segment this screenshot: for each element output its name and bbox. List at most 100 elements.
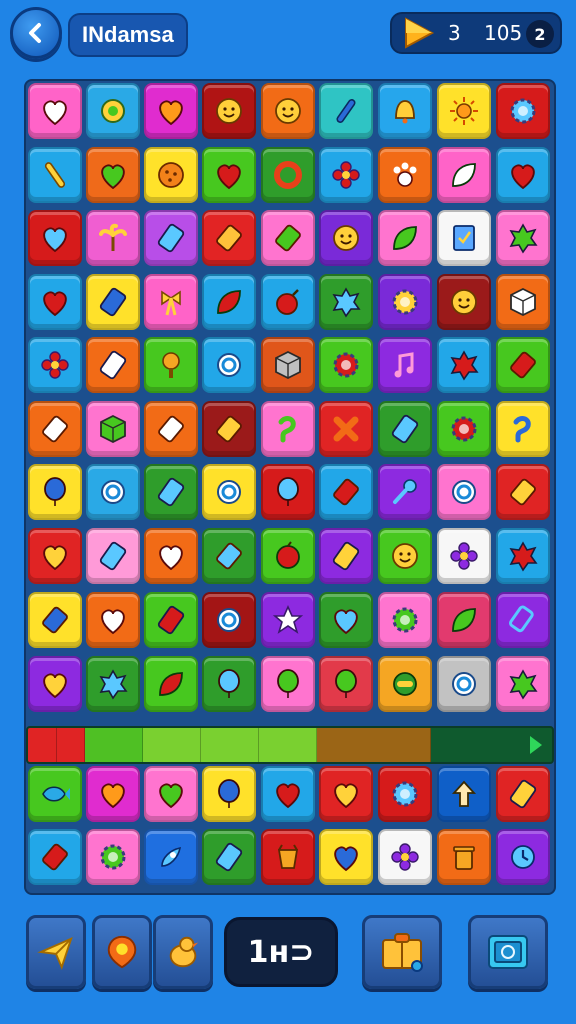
game-tile[interactable] [496, 829, 550, 885]
game-tile[interactable] [202, 592, 256, 648]
game-tile[interactable] [437, 210, 491, 266]
game-tile[interactable] [319, 274, 373, 330]
game-tile[interactable] [496, 592, 550, 648]
game-tile[interactable] [496, 274, 550, 330]
game-tile[interactable] [28, 592, 82, 648]
game-tile[interactable] [437, 766, 491, 822]
game-tile[interactable] [378, 274, 432, 330]
game-tile[interactable] [437, 829, 491, 885]
game-tile[interactable] [86, 274, 140, 330]
game-tile[interactable] [378, 528, 432, 584]
game-tile[interactable] [437, 147, 491, 203]
game-tile[interactable] [319, 766, 373, 822]
game-tile[interactable] [86, 147, 140, 203]
game-tile[interactable] [261, 656, 315, 712]
game-tile[interactable] [319, 210, 373, 266]
game-tile[interactable] [86, 464, 140, 520]
game-tile[interactable] [437, 656, 491, 712]
game-tile[interactable] [202, 656, 256, 712]
game-tile[interactable] [202, 401, 256, 457]
game-tile[interactable] [319, 464, 373, 520]
settings-button[interactable] [468, 915, 548, 989]
hint-button[interactable] [26, 915, 86, 989]
game-tile[interactable] [144, 337, 198, 393]
game-tile[interactable] [261, 147, 315, 203]
game-tile[interactable] [28, 766, 82, 822]
game-tile[interactable] [496, 464, 550, 520]
game-tile[interactable] [86, 210, 140, 266]
game-tile[interactable] [28, 464, 82, 520]
game-tile[interactable] [496, 83, 550, 139]
game-tile[interactable] [378, 766, 432, 822]
game-tile[interactable] [437, 592, 491, 648]
game-tile[interactable] [319, 83, 373, 139]
notification-badge[interactable]: 2 [526, 20, 554, 48]
game-tile[interactable] [378, 656, 432, 712]
game-tile[interactable] [261, 829, 315, 885]
game-tile[interactable] [86, 656, 140, 712]
game-tile[interactable] [144, 592, 198, 648]
game-tile[interactable] [86, 337, 140, 393]
game-tile[interactable] [86, 83, 140, 139]
game-tile[interactable] [319, 829, 373, 885]
game-tile[interactable] [202, 528, 256, 584]
game-tile[interactable] [86, 401, 140, 457]
game-tile[interactable] [437, 83, 491, 139]
game-tile[interactable] [319, 337, 373, 393]
game-tile[interactable] [496, 337, 550, 393]
game-tile[interactable] [144, 656, 198, 712]
bird-button[interactable] [153, 915, 213, 989]
game-tile[interactable] [28, 274, 82, 330]
game-tile[interactable] [261, 401, 315, 457]
game-tile[interactable] [28, 528, 82, 584]
game-tile[interactable] [378, 337, 432, 393]
game-tile[interactable] [202, 337, 256, 393]
game-tile[interactable] [28, 147, 82, 203]
game-tile[interactable] [378, 592, 432, 648]
game-tile[interactable] [144, 829, 198, 885]
game-tile[interactable] [202, 766, 256, 822]
game-tile[interactable] [496, 401, 550, 457]
game-tile[interactable] [437, 464, 491, 520]
game-tile[interactable] [261, 210, 315, 266]
game-tile[interactable] [28, 401, 82, 457]
game-tile[interactable] [378, 401, 432, 457]
game-tile[interactable] [496, 528, 550, 584]
game-tile[interactable] [261, 592, 315, 648]
game-tile[interactable] [496, 656, 550, 712]
game-tile[interactable] [28, 829, 82, 885]
game-tile[interactable] [202, 464, 256, 520]
game-tile[interactable] [378, 829, 432, 885]
game-tile[interactable] [202, 210, 256, 266]
booster-button[interactable] [92, 915, 152, 989]
game-tile[interactable] [437, 528, 491, 584]
game-tile[interactable] [319, 592, 373, 648]
game-tile[interactable] [437, 274, 491, 330]
game-tile[interactable] [261, 464, 315, 520]
game-tile[interactable] [496, 210, 550, 266]
game-tile[interactable] [144, 464, 198, 520]
game-tile[interactable] [144, 274, 198, 330]
back-button[interactable] [10, 7, 62, 59]
game-tile[interactable] [319, 401, 373, 457]
game-tile[interactable] [319, 147, 373, 203]
game-tile[interactable] [144, 210, 198, 266]
game-tile[interactable] [28, 210, 82, 266]
game-tile[interactable] [86, 829, 140, 885]
game-tile[interactable] [86, 766, 140, 822]
game-tile[interactable] [261, 528, 315, 584]
game-tile[interactable] [202, 147, 256, 203]
game-tile[interactable] [202, 83, 256, 139]
game-tile[interactable] [378, 83, 432, 139]
shop-button[interactable] [362, 915, 442, 989]
game-tile[interactable] [378, 210, 432, 266]
game-tile[interactable] [202, 829, 256, 885]
game-tile[interactable] [378, 464, 432, 520]
game-tile[interactable] [319, 656, 373, 712]
game-tile[interactable] [378, 147, 432, 203]
game-tile[interactable] [86, 528, 140, 584]
game-tile[interactable] [144, 83, 198, 139]
game-tile[interactable] [86, 592, 140, 648]
game-tile[interactable] [144, 401, 198, 457]
game-tile[interactable] [28, 83, 82, 139]
